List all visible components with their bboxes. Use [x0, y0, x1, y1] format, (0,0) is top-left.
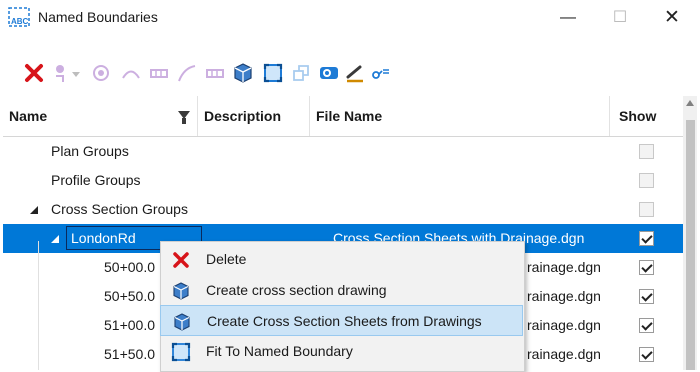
title-bar[interactable]: ABC Named Boundaries — ☐ ✕	[0, 0, 700, 36]
menu-item-delete[interactable]: Delete	[160, 244, 523, 275]
row-name: LondonRd	[71, 230, 136, 246]
delete-icon[interactable]	[23, 62, 45, 84]
curve-icon[interactable]	[176, 62, 198, 84]
show-checkbox[interactable]	[639, 318, 654, 333]
tree-row-profile-groups[interactable]: Profile Groups	[3, 166, 683, 195]
menu-item-label: Create cross section drawing	[206, 282, 387, 298]
scroll-up-arrow-icon[interactable]	[686, 100, 694, 106]
show-checkbox[interactable]	[639, 202, 654, 217]
filter-icon-stem	[182, 118, 186, 124]
row-file-name: rainage.dgn	[527, 288, 601, 304]
maximize-button[interactable]: ☐	[597, 0, 643, 36]
row-file-name: rainage.dgn	[527, 317, 601, 333]
column-header-show[interactable]: Show	[610, 96, 683, 136]
pen-icon[interactable]	[344, 62, 366, 84]
column-header-file-name[interactable]: File Name	[310, 96, 610, 136]
show-checkbox[interactable]	[639, 144, 654, 159]
row-name: Cross Section Groups	[51, 201, 188, 217]
show-checkbox[interactable]	[639, 347, 654, 362]
window-title: Named Boundaries	[38, 9, 158, 25]
row-name: 50+00.0	[104, 259, 155, 275]
grid2-icon[interactable]	[204, 62, 226, 84]
grid-header: Name Description File Name Show	[3, 96, 683, 137]
named-boundaries-app-icon: ABC	[8, 7, 30, 27]
boundary-icon[interactable]	[120, 62, 142, 84]
row-name: 50+50.0	[104, 288, 155, 304]
cube-icon	[173, 282, 189, 300]
fit-icon[interactable]	[262, 62, 284, 84]
context-menu-icon-gutter	[38, 241, 39, 370]
menu-item-fit-to-named-boundary[interactable]: Fit To Named Boundary	[160, 336, 523, 367]
cube-icon[interactable]	[232, 62, 254, 84]
collapse-icon[interactable]	[50, 234, 60, 244]
show-checkbox[interactable]	[639, 231, 654, 246]
fit-icon	[171, 342, 191, 362]
row-file-name: rainage.dgn	[527, 346, 601, 362]
group-icon[interactable]	[90, 62, 112, 84]
globe-icon[interactable]	[318, 62, 340, 84]
menu-item-create-cross-section-sheets[interactable]: Create Cross Section Sheets from Drawing…	[160, 305, 523, 336]
settings-icon[interactable]	[370, 62, 392, 84]
row-name: Profile Groups	[51, 172, 141, 188]
scrollbar-thumb[interactable]	[686, 120, 695, 370]
row-name: 51+50.0	[104, 346, 155, 362]
show-checkbox[interactable]	[639, 260, 654, 275]
delete-icon	[173, 252, 189, 268]
select-dropdown-icon[interactable]	[70, 62, 82, 84]
plan-icon[interactable]	[290, 62, 312, 84]
tree-row-cross-section-groups[interactable]: Cross Section Groups	[3, 195, 683, 224]
tree-row-plan-groups[interactable]: Plan Groups	[3, 137, 683, 166]
row-file-name: rainage.dgn	[527, 259, 601, 275]
column-header-name[interactable]: Name	[3, 96, 198, 136]
row-name: 51+00.0	[104, 317, 155, 333]
svg-text:ABC: ABC	[11, 17, 29, 26]
minimize-button[interactable]: —	[545, 0, 591, 36]
grid-icon[interactable]	[148, 62, 170, 84]
menu-item-label: Fit To Named Boundary	[206, 343, 353, 359]
row-name: Plan Groups	[51, 143, 129, 159]
named-boundaries-window: ABC Named Boundaries — ☐ ✕ Name Descript…	[0, 0, 700, 372]
menu-item-create-cross-section-drawing[interactable]: Create cross section drawing	[160, 275, 523, 306]
column-header-description[interactable]: Description	[198, 96, 310, 136]
menu-item-label: Delete	[206, 251, 247, 267]
show-checkbox[interactable]	[639, 173, 654, 188]
collapse-icon[interactable]	[29, 205, 39, 215]
close-button[interactable]: ✕	[649, 0, 695, 36]
cube-icon	[174, 313, 190, 331]
menu-item-label: Create Cross Section Sheets from Drawing…	[207, 313, 482, 329]
show-checkbox[interactable]	[639, 289, 654, 304]
